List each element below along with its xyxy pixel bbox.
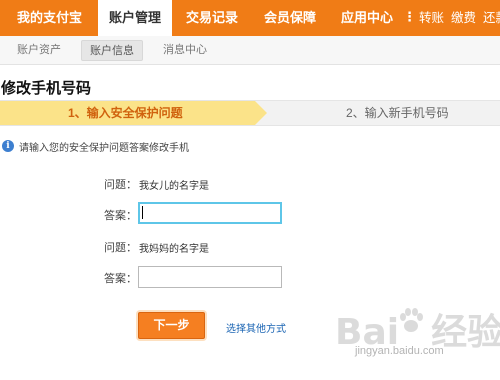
nav-transaction-records[interactable]: 交易记录 xyxy=(186,0,238,36)
page-title: 修改手机号码 xyxy=(1,80,92,97)
nav-repayment[interactable]: 还款 xyxy=(483,0,500,36)
text-caret xyxy=(142,206,143,219)
step-progress-bar: 1、输入安全保护问题 2、输入新手机号码 xyxy=(0,100,500,126)
subnav-account-assets[interactable]: 账户资产 xyxy=(17,40,61,61)
step-1-label: 1、输入安全保护问题 xyxy=(68,106,183,120)
step-arrow xyxy=(255,101,267,125)
next-step-button[interactable]: 下一步 xyxy=(138,312,205,339)
nav-transfer[interactable]: 转账 xyxy=(419,0,444,36)
question-2-label: 问题： xyxy=(104,242,137,254)
nav-account-management[interactable]: 账户管理 xyxy=(98,0,172,36)
subnav-account-info[interactable]: 账户信息 xyxy=(81,40,143,61)
subnav-message-center[interactable]: 消息中心 xyxy=(163,40,207,61)
paw-icon xyxy=(400,308,423,332)
info-message: 请输入您的安全保护问题答案修改手机 xyxy=(19,143,189,154)
answer-1-input[interactable] xyxy=(138,202,282,224)
question-2-text: 我妈妈的名字是 xyxy=(139,244,209,255)
nav-my-alipay[interactable]: 我的支付宝 xyxy=(17,0,82,36)
question-1-text: 我女儿的名字是 xyxy=(139,181,209,192)
nav-member-protection[interactable]: 会员保障 xyxy=(264,0,316,36)
choose-other-method-link[interactable]: 选择其他方式 xyxy=(226,320,286,335)
nav-separator: ⋮ xyxy=(403,9,416,24)
top-navigation: 我的支付宝 账户管理 交易记录 会员保障 应用中心 ⋮ 转账 缴费 还款 xyxy=(0,0,500,36)
info-icon: i xyxy=(2,140,14,152)
step-2-label: 2、输入新手机号码 xyxy=(346,106,449,120)
question-1-label: 问题： xyxy=(104,179,137,191)
answer-2-label: 答案： xyxy=(104,273,137,285)
nav-pay-bills[interactable]: 缴费 xyxy=(451,0,476,36)
sub-navigation: 账户资产 账户信息 消息中心 xyxy=(0,36,500,65)
watermark-url: jingyan.baidu.com xyxy=(355,345,444,357)
nav-app-center[interactable]: 应用中心 xyxy=(341,0,393,36)
answer-1-label: 答案： xyxy=(104,210,137,222)
answer-2-input[interactable] xyxy=(138,266,282,288)
